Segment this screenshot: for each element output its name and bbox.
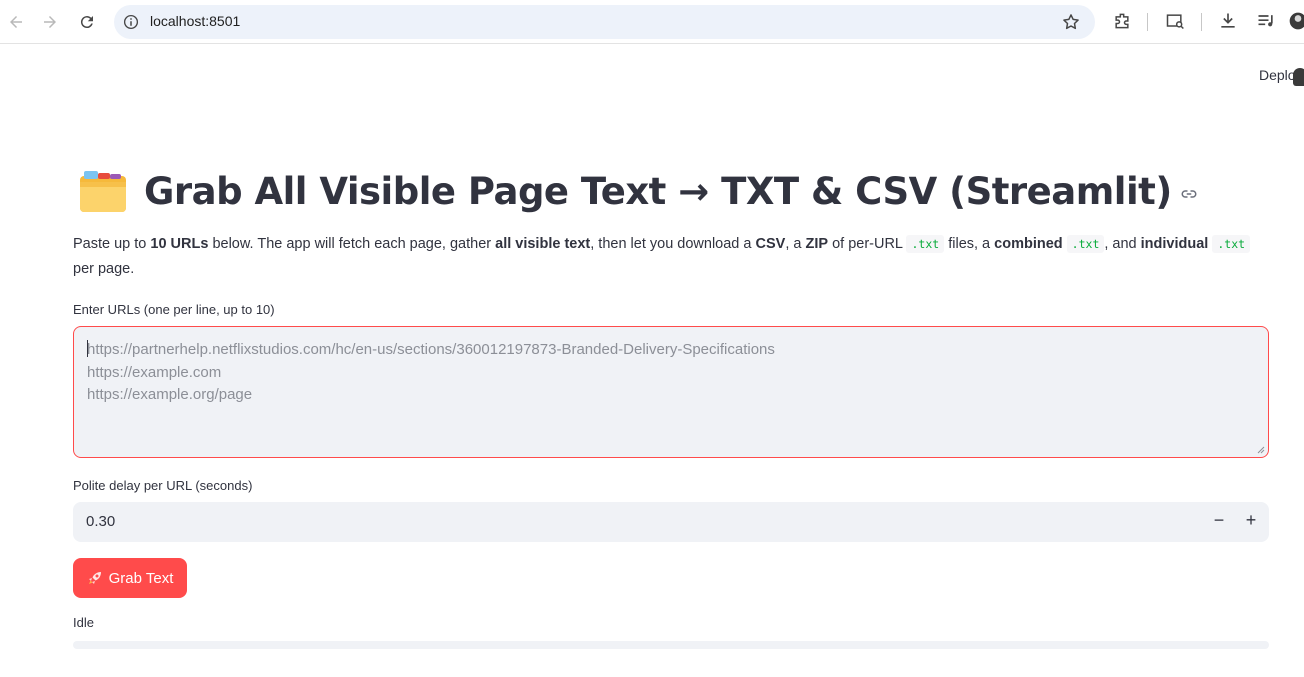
browser-toolbar: localhost:8501 <box>0 0 1304 44</box>
anchor-link-icon[interactable] <box>1180 185 1198 203</box>
page-title: Grab All Visible Page Text → TXT & CSV (… <box>144 169 1172 213</box>
placeholder-line: https://partnerhelp.netflixstudios.com/h… <box>87 341 775 358</box>
placeholder-line: https://example.org/page <box>87 386 253 403</box>
tab-search-icon[interactable] <box>1165 11 1185 31</box>
card-index-dividers-icon <box>80 171 126 212</box>
increment-button[interactable]: + <box>1241 510 1261 534</box>
bookmark-star-icon[interactable] <box>1061 12 1081 32</box>
url-text: localhost:8501 <box>150 13 241 29</box>
address-bar[interactable]: localhost:8501 <box>114 5 1095 39</box>
delay-label: Polite delay per URL (seconds) <box>73 478 253 493</box>
status-text: Idle <box>73 615 94 630</box>
back-icon[interactable] <box>4 10 28 34</box>
media-queue-icon[interactable] <box>1256 11 1276 31</box>
decrement-button[interactable]: − <box>1209 510 1229 534</box>
site-info-icon[interactable] <box>122 13 140 31</box>
rocket-icon <box>88 572 101 584</box>
profile-avatar-icon[interactable] <box>1288 11 1304 31</box>
forward-icon[interactable] <box>38 10 62 34</box>
grab-text-button[interactable]: Grab Text <box>73 558 187 598</box>
toolbar-divider <box>1201 13 1202 31</box>
grab-text-label: Grab Text <box>108 569 174 587</box>
reload-icon[interactable] <box>75 10 99 34</box>
progress-bar <box>73 641 1269 649</box>
urls-textarea[interactable]: https://partnerhelp.netflixstudios.com/h… <box>73 326 1269 458</box>
delay-number-input[interactable]: 0.30 − + <box>73 502 1269 542</box>
inline-code: .txt <box>1212 235 1251 253</box>
extensions-icon[interactable] <box>1112 11 1132 31</box>
download-icon[interactable] <box>1218 11 1238 31</box>
description-text: Paste up to 10 URLs below. The app will … <box>73 232 1268 282</box>
main-menu-icon[interactable] <box>1293 68 1304 86</box>
inline-code: .txt <box>906 235 945 253</box>
urls-label: Enter URLs (one per line, up to 10) <box>73 302 275 317</box>
toolbar-divider <box>1147 13 1148 31</box>
delay-value[interactable]: 0.30 <box>86 513 115 530</box>
resize-handle-icon[interactable] <box>1257 446 1265 454</box>
placeholder-line: https://example.com <box>87 363 222 381</box>
inline-code: .txt <box>1066 235 1105 253</box>
page-title-row: Grab All Visible Page Text → TXT & CSV (… <box>78 163 1198 219</box>
